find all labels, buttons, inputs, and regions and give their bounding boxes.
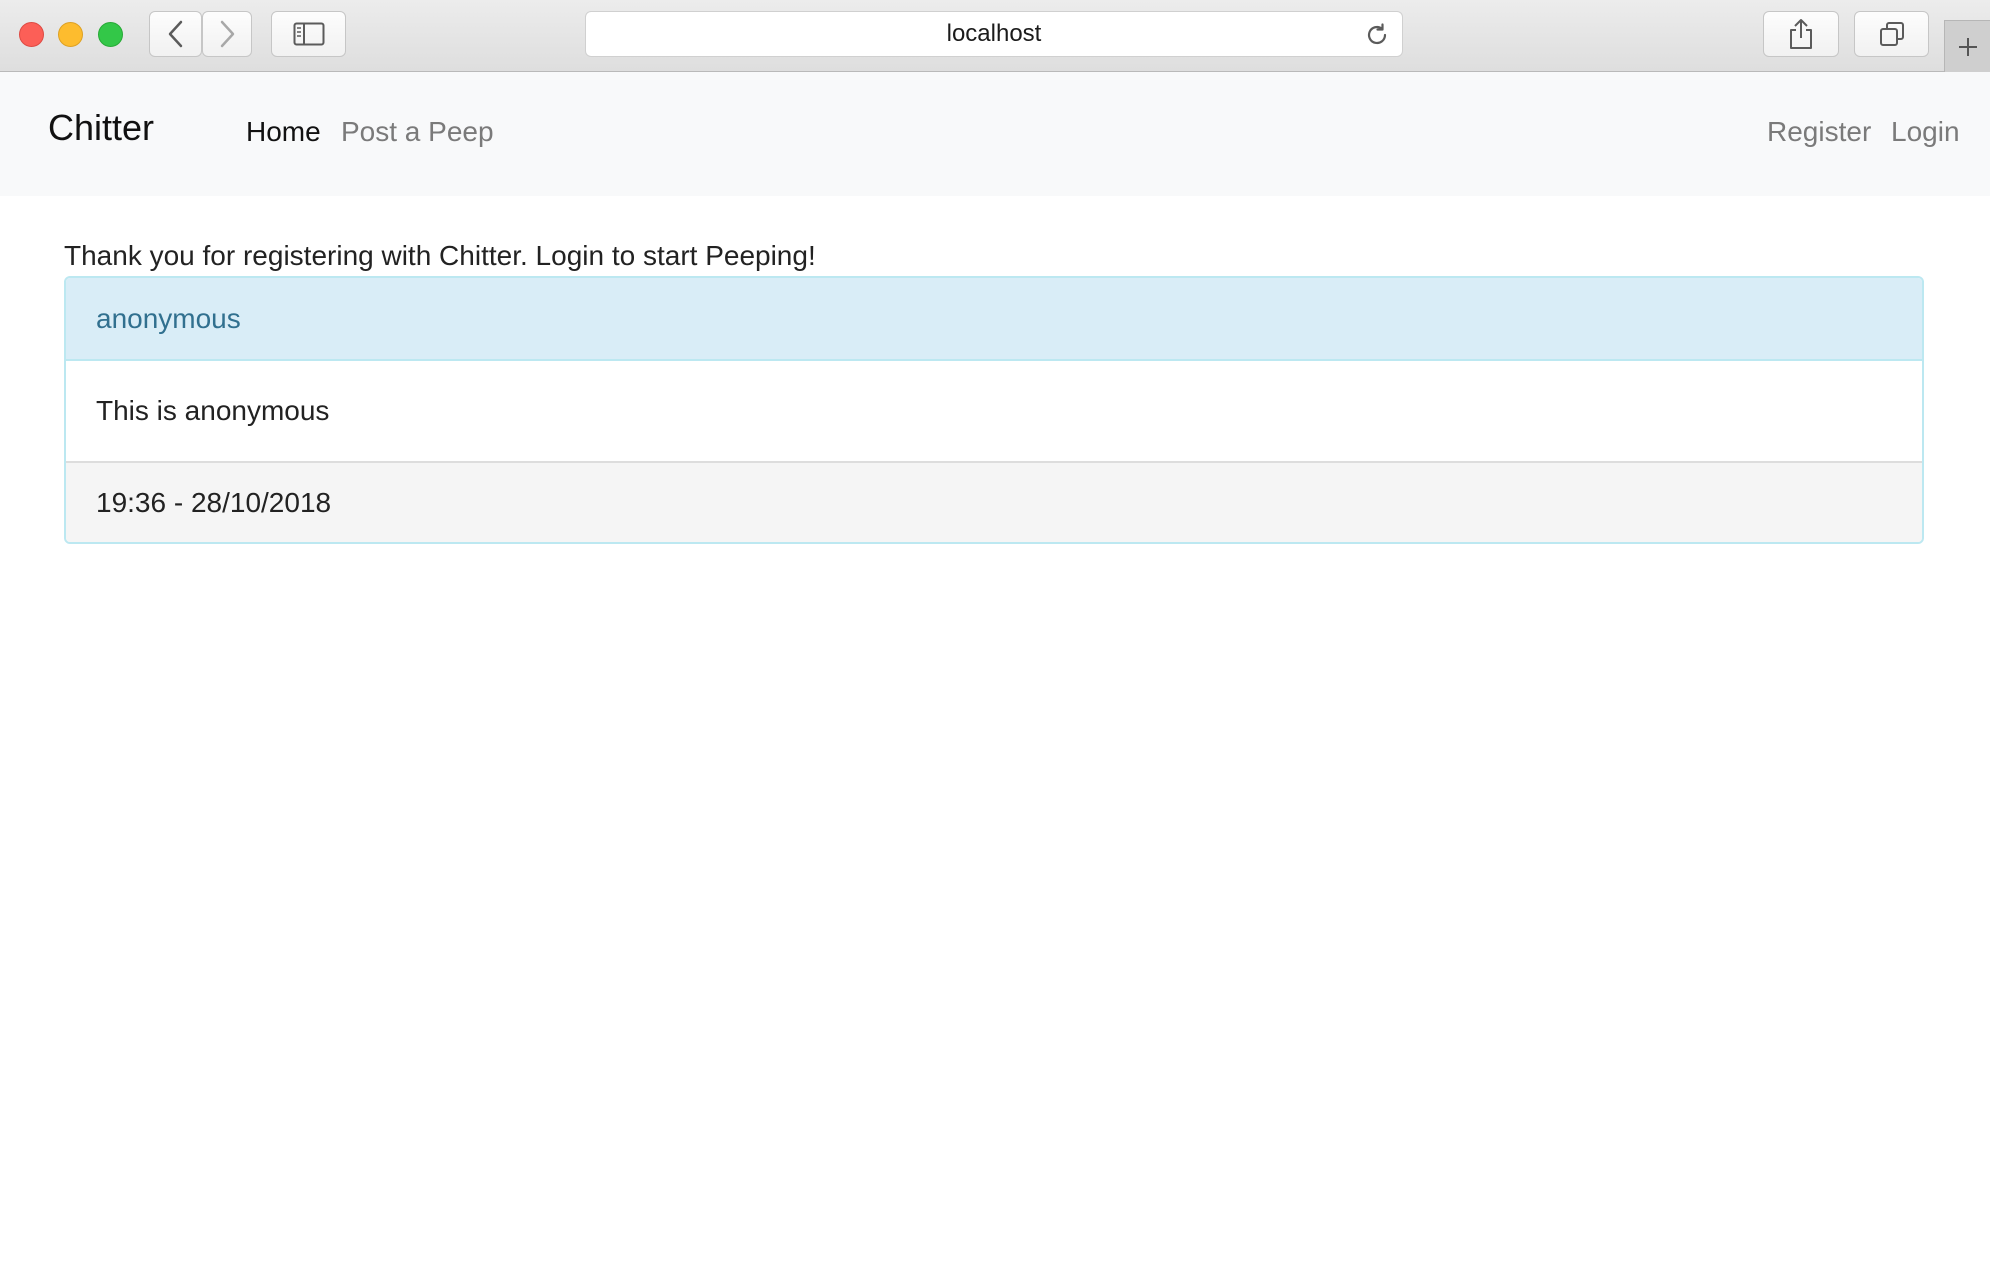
zoom-window-button[interactable]: [98, 22, 123, 47]
back-button[interactable]: [149, 11, 202, 57]
peep-text: This is anonymous: [66, 361, 1922, 463]
nav-home-link[interactable]: Home: [246, 118, 321, 146]
reload-icon[interactable]: [1364, 22, 1390, 48]
peep-timestamp: 19:36 - 28/10/2018: [66, 463, 1922, 542]
show-tabs-button[interactable]: [1854, 11, 1929, 57]
sidebar-icon: [293, 22, 324, 46]
tabs-icon: [1879, 22, 1904, 46]
plus-icon: [1958, 37, 1977, 56]
new-tab-button[interactable]: [1944, 20, 1990, 72]
address-bar[interactable]: localhost: [585, 11, 1403, 57]
chevron-left-icon: [168, 20, 182, 48]
registration-message: Thank you for registering with Chitter. …: [64, 240, 816, 271]
nav-login-link[interactable]: Login: [1891, 118, 1960, 146]
brand-link[interactable]: Chitter: [48, 110, 154, 146]
browser-toolbar: localhost: [0, 0, 1990, 72]
nav-register-link[interactable]: Register: [1767, 118, 1871, 146]
share-icon: [1790, 19, 1812, 49]
chevron-right-icon: [220, 20, 235, 48]
url-text: localhost: [946, 20, 1042, 47]
close-window-button[interactable]: [19, 22, 44, 47]
peep-card: anonymous This is anonymous 19:36 - 28/1…: [64, 276, 1924, 544]
share-button[interactable]: [1763, 11, 1839, 57]
forward-button[interactable]: [202, 11, 252, 57]
site-navbar: Chitter Home Post a Peep Register Login: [0, 72, 1990, 196]
peep-author: anonymous: [66, 278, 1922, 361]
sidebar-button[interactable]: [271, 11, 346, 57]
nav-post-peep-link[interactable]: Post a Peep: [341, 118, 494, 146]
minimize-window-button[interactable]: [58, 22, 83, 47]
